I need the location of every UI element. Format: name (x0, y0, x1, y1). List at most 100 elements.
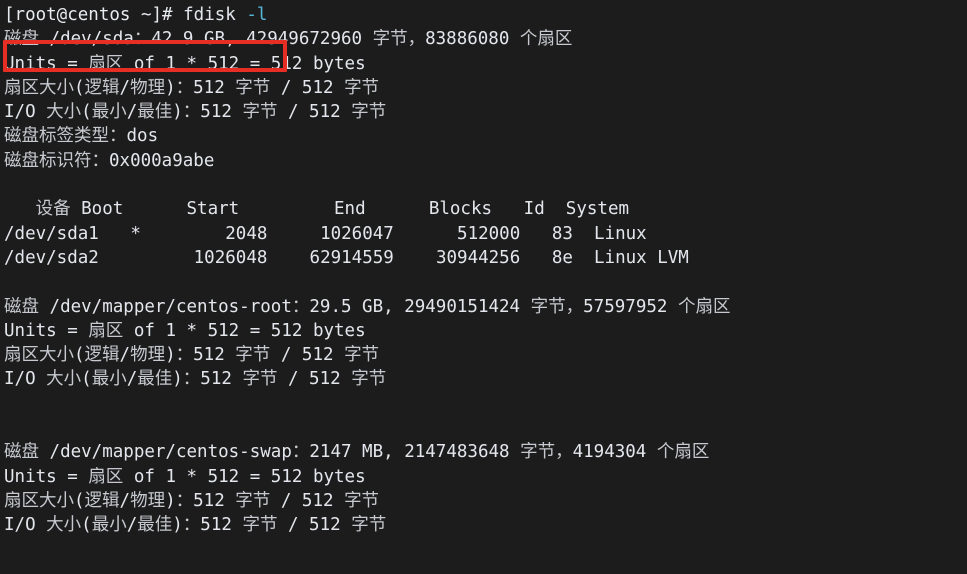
text-segment: 最佳 (137, 369, 173, 390)
text-segment: /dev/mapper/centos-root (39, 296, 292, 317)
text-segment: 512 (200, 102, 243, 123)
text-segment: 字节 (235, 490, 271, 511)
text-segment: / (126, 102, 138, 123)
command-flag: -l (246, 5, 268, 25)
output-line-swap-units: Units = 扇区 of 1 * 512 = 512 bytes (4, 465, 967, 489)
text-segment: 扇区大小 (4, 345, 74, 366)
text-segment: ) (165, 345, 176, 366)
text-segment: 物理 (130, 490, 166, 511)
text-segment: 57597952 (583, 296, 678, 317)
text-segment: 字节 (344, 345, 380, 366)
terminal-window[interactable]: [root@centos ~]# fdisk -l 磁盘 /dev/sda ： 42… (0, 0, 967, 574)
text-segment: 个扇区 (656, 442, 710, 463)
text-segment: 逻辑 (84, 345, 120, 366)
text-segment: / 512 (270, 77, 345, 98)
text-segment: 扇区 (88, 53, 124, 74)
text-segment: / 512 (277, 369, 352, 390)
text-segment: of 1 * 512 = 512 bytes (123, 320, 366, 341)
text-segment: 字节， (530, 296, 584, 317)
command-space (236, 5, 247, 25)
text-segment: Units = (4, 53, 89, 74)
text-segment: /dev/sda (39, 29, 134, 50)
text-segment: 磁盘 (4, 29, 39, 50)
text-segment: 字节 (351, 369, 387, 390)
text-segment: Units = (4, 466, 89, 487)
text-segment: 扇区大小 (4, 77, 74, 98)
output-line-blank-3 (4, 392, 967, 416)
prompt-user-host: [root@centos ~]# (4, 5, 173, 25)
text-segment: 83886080 (425, 29, 520, 50)
output-line-swap-io-size: I/O 大小(最小/最佳)：512 字节 / 512 字节 (4, 513, 967, 537)
text-segment: 磁盘 (4, 296, 39, 317)
output-line-sda-io-size: I/O 大小(最小/最佳)：512 字节 / 512 字节 (4, 100, 967, 124)
text-segment: 逻辑 (84, 490, 120, 511)
shell-prompt-line: [root@centos ~]# fdisk -l (4, 3, 967, 27)
output-line-root-sector-size: 扇区大小(逻辑/物理)：512 字节 / 512 字节 (4, 343, 967, 367)
output-line-sda-header: 磁盘 /dev/sda：42.9 GB, 42949672960 字节，8388… (4, 27, 967, 51)
text-segment: ) (172, 102, 183, 123)
text-segment: of 1 * 512 = 512 bytes (123, 466, 366, 487)
text-segment: 大小 (46, 102, 82, 123)
text-segment: / 512 (277, 515, 352, 536)
text-segment: 个扇区 (677, 296, 731, 317)
text-segment: I/O (4, 102, 47, 123)
text-segment: 最佳 (137, 102, 173, 123)
text-segment: ： (182, 515, 201, 536)
text-segment: / (119, 345, 131, 366)
text-segment: 设备 (35, 199, 71, 220)
text-segment (4, 418, 15, 438)
text-segment (4, 394, 15, 414)
text-segment: ( (81, 102, 92, 123)
text-segment: 物理 (130, 345, 166, 366)
text-segment: I/O (4, 515, 47, 536)
text-segment: 字节 (242, 369, 278, 390)
text-segment: 字节 (242, 515, 278, 536)
text-segment: /dev/mapper/centos-swap (39, 442, 292, 463)
text-segment: I/O (4, 369, 47, 390)
text-segment: 字节 (351, 102, 387, 123)
output-line-root-units: Units = 扇区 of 1 * 512 = 512 bytes (4, 319, 967, 343)
text-segment: ) (165, 77, 176, 98)
text-segment: 扇区 (88, 466, 124, 487)
text-segment: / 512 (277, 102, 352, 123)
text-segment: / 512 (270, 345, 345, 366)
text-segment: 29.5 GB, 29490151424 (309, 296, 531, 317)
output-line-partition-table-header: 设备 Boot Start End Blocks Id System (4, 197, 967, 221)
text-segment (4, 175, 15, 195)
text-segment: 磁盘 (4, 442, 39, 463)
text-segment: ) (172, 515, 183, 536)
text-segment: 512 (193, 345, 236, 366)
text-segment: 逻辑 (84, 77, 120, 98)
output-line-root-header: 磁盘 /dev/mapper/centos-root：29.5 GB, 2949… (4, 295, 967, 319)
text-segment (4, 272, 15, 292)
text-segment: 最佳 (137, 515, 173, 536)
output-line-sda-units: Units = 扇区 of 1 * 512 = 512 bytes (4, 52, 967, 76)
text-segment: 物理 (130, 77, 166, 98)
text-segment: /dev/sda2 1026048 62914559 30944256 8e L… (4, 247, 689, 268)
text-segment: dos (126, 126, 159, 147)
output-line-root-io-size: I/O 大小(最小/最佳)：512 字节 / 512 字节 (4, 367, 967, 391)
output-line-partition-row-sda1: /dev/sda1 * 2048 1026047 512000 83 Linux (4, 222, 967, 246)
text-segment: ： (175, 77, 194, 98)
text-segment: of 1 * 512 = 512 bytes (123, 53, 366, 74)
text-segment: / 512 (270, 490, 345, 511)
text-segment: ( (74, 77, 85, 98)
text-segment: ( (81, 515, 92, 536)
output-line-blank-2 (4, 270, 967, 294)
text-segment: ( (74, 490, 85, 511)
output-line-partition-row-sda2: /dev/sda2 1026048 62914559 30944256 8e L… (4, 246, 967, 270)
text-segment: 42.9 GB, 42949672960 (151, 29, 373, 50)
text-segment: ： (291, 296, 310, 317)
text-segment: 512 (193, 490, 236, 511)
text-segment (4, 199, 36, 219)
text-segment: ( (81, 369, 92, 390)
text-segment: 个扇区 (519, 29, 573, 50)
output-line-blank-4 (4, 416, 967, 440)
text-segment: / (119, 77, 131, 98)
text-segment: 字节 (351, 515, 387, 536)
text-segment: / (119, 490, 131, 511)
text-segment: 字节 (344, 490, 380, 511)
command-output: 磁盘 /dev/sda ： 42.9 GB, 42949672960 字节， 8388… (4, 27, 967, 537)
text-segment: 磁盘标识符： (4, 150, 109, 171)
